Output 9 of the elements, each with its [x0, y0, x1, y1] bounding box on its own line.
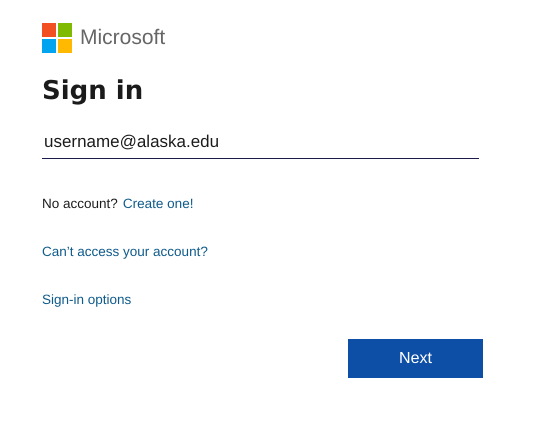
no-account-text: No account?	[42, 196, 118, 212]
next-button[interactable]: Next	[348, 339, 483, 378]
access-help-link[interactable]: Can’t access your account?	[42, 244, 208, 260]
create-account-link[interactable]: Create one!	[122, 196, 194, 212]
email-field[interactable]: username@alaska.edu	[42, 124, 479, 160]
sign-in-options-link[interactable]: Sign-in options	[42, 292, 132, 308]
page-title: Sign in	[42, 76, 144, 107]
brand-name: Microsoft	[80, 25, 166, 51]
logo-icon	[42, 22, 72, 53]
